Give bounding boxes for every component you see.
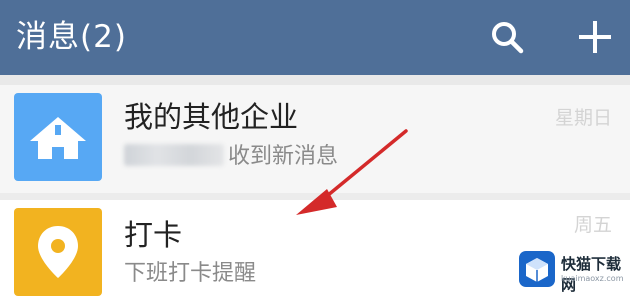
- conversation-title: 打卡: [124, 218, 183, 252]
- search-button[interactable]: [486, 16, 530, 60]
- conversation-preview: 收到新消息: [124, 141, 338, 173]
- home-icon: [30, 117, 86, 159]
- conversation-item[interactable]: 我的其他企业 收到新消息 星期日: [0, 85, 630, 193]
- conversation-time: 周五: [573, 214, 612, 236]
- conversation-title: 我的其他企业: [124, 100, 299, 134]
- conversation-time: 星期日: [554, 107, 612, 129]
- plus-icon: [579, 21, 611, 53]
- conversation-avatar: [14, 208, 102, 296]
- app-header: 消息(2): [0, 0, 630, 75]
- watermark-logo-icon: [519, 251, 555, 287]
- header-divider: [0, 75, 630, 85]
- blurred-sender: [124, 144, 224, 166]
- search-icon: [492, 22, 524, 54]
- location-pin-icon: [38, 226, 78, 278]
- watermark-url: kuaimaoxz.com: [561, 274, 624, 283]
- watermark: 快猫下载网 kuaimaoxz.com: [519, 247, 627, 295]
- preview-text: 收到新消息: [228, 144, 339, 169]
- add-button[interactable]: [573, 16, 617, 60]
- page-title: 消息(2): [16, 19, 127, 55]
- conversation-preview: 下班打卡提醒: [124, 261, 257, 286]
- list-divider: [0, 193, 630, 200]
- conversation-avatar: [14, 93, 102, 181]
